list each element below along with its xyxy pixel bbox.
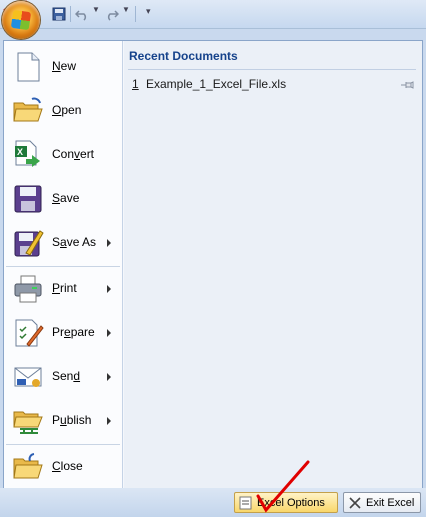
- menu-item-label: Prepare: [52, 325, 95, 339]
- qat-separator: [70, 6, 71, 22]
- customize-qat-icon[interactable]: ▾: [146, 6, 151, 17]
- excel-options-label: Excel Options: [257, 496, 325, 509]
- submenu-arrow-icon: [107, 329, 111, 337]
- menu-item-publish[interactable]: Publish: [6, 400, 120, 442]
- office-menu: New Open X Convert Save Save As Print Pr…: [3, 40, 423, 490]
- save-disk-icon: [12, 183, 44, 215]
- menu-item-label: Save: [52, 191, 80, 205]
- menu-item-label: Convert: [52, 147, 95, 161]
- publish-icon: [12, 405, 44, 437]
- close-folder-icon: [12, 451, 44, 483]
- menu-item-label: Open: [52, 103, 82, 117]
- menu-item-label: Send: [52, 369, 81, 383]
- submenu-arrow-icon: [107, 373, 111, 381]
- redo-icon[interactable]: [104, 5, 120, 23]
- send-icon: [12, 361, 44, 393]
- save-as-icon: [12, 227, 44, 259]
- submenu-arrow-icon: [107, 417, 111, 425]
- office-button[interactable]: [2, 1, 40, 39]
- open-folder-icon: [12, 95, 44, 127]
- menu-item-send[interactable]: Send: [6, 356, 120, 398]
- qat-save-icon[interactable]: [50, 5, 68, 23]
- recent-document-item[interactable]: 1 Example_1_Excel_File.xls: [128, 74, 416, 94]
- submenu-arrow-icon: [107, 239, 111, 247]
- office-logo-icon: [10, 9, 32, 31]
- menu-item-print[interactable]: Print: [6, 268, 120, 310]
- menu-item-label: Save As: [52, 235, 97, 249]
- command-list: New Open X Convert Save Save As Print Pr…: [4, 41, 123, 489]
- menu-footer: Excel Options Exit Excel: [0, 488, 426, 517]
- undo-dropdown-icon[interactable]: ▼: [92, 5, 100, 14]
- recent-documents-panel: Recent Documents 1 Example_1_Excel_File.…: [124, 41, 422, 489]
- menu-item-label: Print: [52, 281, 77, 295]
- menu-item-new[interactable]: New: [6, 46, 120, 88]
- redo-dropdown-icon[interactable]: ▼: [122, 5, 130, 14]
- menu-item-close[interactable]: Close: [6, 446, 120, 488]
- convert-icon: X: [12, 139, 44, 171]
- menu-divider: [6, 266, 120, 267]
- exit-x-icon: [349, 496, 361, 509]
- recent-documents-title: Recent Documents: [129, 49, 238, 63]
- menu-item-open[interactable]: Open: [6, 90, 120, 132]
- recent-divider: [128, 69, 416, 70]
- quick-access-toolbar: ▼ ▼ ▾: [0, 0, 426, 29]
- exit-excel-label: Exit Excel: [366, 496, 415, 509]
- options-icon: [239, 496, 252, 509]
- svg-text:X: X: [17, 147, 23, 157]
- submenu-arrow-icon: [107, 285, 111, 293]
- prepare-icon: [12, 317, 44, 349]
- exit-excel-button[interactable]: Exit Excel: [343, 492, 421, 513]
- recent-document-name: Example_1_Excel_File.xls: [146, 77, 287, 91]
- pin-icon[interactable]: [400, 79, 414, 89]
- menu-item-label: New: [52, 59, 77, 73]
- excel-options-button[interactable]: Excel Options: [234, 492, 338, 513]
- menu-divider: [6, 444, 120, 445]
- menu-item-convert[interactable]: X Convert: [6, 134, 120, 176]
- menu-item-prepare[interactable]: Prepare: [6, 312, 120, 354]
- menu-item-label: Close: [52, 459, 83, 473]
- printer-icon: [12, 273, 44, 305]
- menu-item-save[interactable]: Save: [6, 178, 120, 220]
- qat-separator: [135, 6, 136, 22]
- menu-item-save-as[interactable]: Save As: [6, 222, 120, 264]
- undo-icon[interactable]: [74, 5, 90, 23]
- new-document-icon: [12, 51, 44, 83]
- recent-document-number: 1: [132, 77, 139, 91]
- menu-item-label: Publish: [52, 413, 92, 427]
